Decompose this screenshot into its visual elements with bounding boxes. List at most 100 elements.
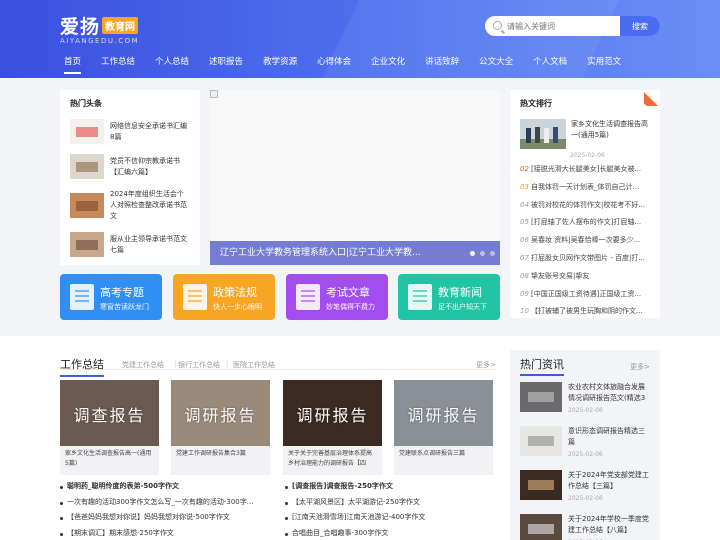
headline-thumbnail — [70, 154, 104, 179]
work-summary-header: 工作总结 党建工作总结 | 银行工作总结 | 医院工作总结 更多> — [60, 350, 496, 377]
list-item[interactable]: 聪明药_聪明伶度的表弟-500字作文 — [60, 479, 270, 495]
list-item[interactable]: [江南天池滑雪场]江南天池游记-400字作文 — [285, 510, 495, 526]
category-tile[interactable]: 高考专题 寒窗苦读跃龙门 — [60, 274, 162, 320]
nav-item[interactable]: 企业文化 — [361, 50, 415, 74]
rank-top-date: 2025-02-06 — [570, 152, 605, 159]
document-icon — [70, 284, 94, 310]
news-body: 关于2024年学校一季度党建工作总结【八篇】2025-02-06 — [568, 514, 650, 540]
rank-top-title: 家乡文化生活调查报告高一(通用5篇) — [571, 120, 648, 139]
nav-item[interactable]: 个人文档 — [523, 50, 577, 74]
site-logo[interactable]: 爱扬 教育网 AIYANGEDU.COM — [60, 12, 139, 45]
news-date: 2025-02-06 — [568, 407, 603, 414]
tile-subtitle: 足不出户知天下 — [438, 303, 487, 311]
hot-headlines: 热门头条 网络信息安全承诺书汇编8篇 党员不信仰宗教承诺书【汇编六篇】 2024年度… — [60, 90, 200, 265]
headline-text: 网络信息安全承诺书汇编8篇 — [110, 121, 187, 141]
rank-title: [打屁轴了佐人摆布的作文]打屁轴... — [531, 218, 642, 227]
nav-item[interactable]: 工作总结 — [91, 50, 145, 74]
rank-item[interactable]: 03 自我体罚一天计划表_体罚自己计... — [520, 179, 650, 197]
slider-caption[interactable]: 辽宁工业大学教务管理系统入口|辽宁工业大学教... — [210, 241, 425, 265]
article-card[interactable]: 调研报告 关于关于完善基层治理体系提高乡村治理能力的调研报告【四 — [283, 380, 382, 475]
article-card[interactable]: 调查报告 家乡文化生活调查报告高一(通用5篇) — [60, 380, 159, 475]
headline-text: 2024年度组织生活会个人对照检查整改承诺书范文 — [110, 190, 187, 220]
hot-ranking: 推荐 热文排行 家乡文化生活调查报告高一(通用5篇) 2025-02-06 02… — [510, 90, 660, 318]
thumbnail-text: 调查报告 — [73, 406, 146, 425]
article-card[interactable]: 调研报告党建工作调研报告集合3篇 — [171, 380, 270, 475]
news-item[interactable]: 意识形态调研报告精选三篇 2025-02-06 — [520, 426, 650, 460]
news-item[interactable]: 关于2024年党支部党建工作总结【三篇】 2025-02-06 — [520, 470, 650, 504]
search-button[interactable]: 搜索 — [620, 16, 660, 36]
rank-title: 挚友账号交易|挚友 — [531, 271, 590, 280]
headline-item[interactable]: 网络信息安全承诺书汇编8篇 — [70, 119, 190, 144]
list-item[interactable]: 一次有趣的活动300字作文怎么写_一次有趣的活动-300字... — [60, 495, 270, 511]
slider-caption-bar: 辽宁工业大学教务管理系统入口|辽宁工业大学教... — [210, 241, 500, 265]
nav-item[interactable]: 述职报告 — [199, 50, 253, 74]
nav-item[interactable]: 教学资源 — [253, 50, 307, 74]
list-item[interactable]: 【期末调汇】期末感想-250字作文 — [60, 526, 270, 540]
rank-top-item[interactable]: 家乡文化生活调查报告高一(通用5篇) — [520, 119, 650, 149]
nav-item[interactable]: 个人总结 — [145, 50, 199, 74]
slider-dot[interactable] — [490, 251, 495, 256]
rank-title: 吴春妆 资料|吴春恰棒一次要多少... — [531, 236, 641, 245]
nav-item[interactable]: 心得体会 — [307, 50, 361, 74]
rank-item[interactable]: 08 挚友账号交易|挚友 — [520, 268, 650, 286]
recommend-ribbon: 推荐 — [644, 90, 660, 106]
category-tile[interactable]: 政策法规 快人一步心眼明 — [173, 274, 275, 320]
headline-item[interactable]: 党员不信仰宗教承诺书【汇编六篇】 — [70, 154, 190, 179]
rank-item[interactable]: 10 【打被辅了被男生玩胸和阴的作文... — [520, 303, 650, 318]
article-card[interactable]: 调研报告 党建联系点调研报告三篇 — [394, 380, 493, 475]
tab-hospital-work[interactable]: 医院工作总结 — [233, 360, 275, 370]
article-thumbnail: 调研报告 — [283, 380, 382, 446]
tile-title: 考试文章 — [326, 286, 370, 299]
slider-dot[interactable] — [480, 251, 485, 256]
article-caption: 党建工作调研报告集合3篇 — [171, 446, 270, 475]
list-item[interactable]: 合唱曲目_合唱趣事-300字作文 — [285, 526, 495, 540]
news-more-link[interactable]: 更多> — [630, 362, 650, 372]
news-title: 意识形态调研报告精选三篇 — [568, 427, 645, 446]
news-title: 关于2024年学校一季度党建工作总结【八篇】 — [568, 515, 649, 534]
work-summary-title[interactable]: 工作总结 — [60, 356, 104, 377]
banner-slider[interactable]: 辽宁工业大学教务管理系统入口|辽宁工业大学教... — [210, 90, 500, 265]
rank-item[interactable]: 07 打屁股女贝网作文带图片 - 百度|打... — [520, 250, 650, 268]
news-thumbnail — [520, 426, 562, 456]
rank-top-thumbnail — [520, 119, 566, 149]
category-tile[interactable]: 考试文章 妙笔偶得不费力 — [286, 274, 388, 320]
slider-dot[interactable] — [470, 251, 475, 256]
hot-headlines-title: 热门头条 — [70, 99, 102, 108]
headline-text: 服从业主领导承诺书范文七篇 — [110, 234, 187, 254]
search-input[interactable] — [507, 16, 607, 36]
rank-title: 自我体罚一天计划表_体罚自己计... — [531, 182, 640, 191]
rank-item[interactable]: 05 [打屁轴了佐人摆布的作文]打屁轴... — [520, 214, 650, 232]
search-box: 搜索 — [485, 16, 660, 36]
news-date: 2025-02-06 — [568, 495, 603, 502]
article-caption: 党建联系点调研报告三篇 — [394, 446, 493, 475]
thumbnail-text: 调研报告 — [184, 406, 257, 425]
news-thumbnail — [520, 514, 562, 540]
headline-text: 党员不信仰宗教承诺书【汇编六篇】 — [110, 156, 180, 176]
news-item[interactable]: 关于2024年学校一季度党建工作总结【八篇】2025-02-06 — [520, 514, 650, 540]
rank-item[interactable]: 06 吴春妆 资料|吴春恰棒一次要多少... — [520, 232, 650, 250]
headline-item[interactable]: 2024年度组织生活会个人对照检查整改承诺书范文 — [70, 189, 190, 222]
article-thumbnail: 调研报告 — [171, 380, 270, 446]
logo-sub: AIYANGEDU.COM — [60, 37, 140, 45]
nav-item[interactable]: 公文大全 — [469, 50, 523, 74]
headline-item[interactable]: 服从业主领导承诺书范文七篇 — [70, 232, 190, 257]
hot-ranking-title: 热文排行 — [520, 99, 552, 108]
list-item[interactable]: 【太平湖风景区】太平湖游记-250字作文 — [285, 495, 495, 511]
list-item[interactable]: [调查报告]调查报告-250字作文 — [285, 479, 495, 495]
nav-item[interactable]: 实用范文 — [577, 50, 631, 74]
rank-title: [接脱光滑大长腿美女]长腿美女被... — [531, 165, 642, 173]
tab-party-work[interactable]: 党建工作总结 — [122, 360, 164, 370]
list-item[interactable]: 【爸爸妈妈我想对你说】妈妈我想对你说-500字作文 — [60, 510, 270, 526]
nav-item[interactable]: 讲话致辞 — [415, 50, 469, 74]
rank-item[interactable]: 09 [中国正国级工资待遇]正国级工资... — [520, 286, 650, 304]
tab-bank-work[interactable]: 银行工作总结 — [178, 360, 220, 370]
rank-item[interactable]: 04 被罚对校花的体罚作文|校花考不好... — [520, 197, 650, 215]
news-item[interactable]: 农业农村文体旅融合发展情况调研报告范文(精选3 2025-02-06 — [520, 382, 650, 416]
category-tile[interactable]: 教育新闻足不出户知天下 — [398, 274, 500, 320]
work-more-link[interactable]: 更多> — [476, 360, 496, 370]
nav-item[interactable]: 首页 — [54, 50, 91, 74]
work-list-left: 聪明药_聪明伶度的表弟-500字作文 一次有趣的活动300字作文怎么写_一次有趣的… — [60, 479, 270, 540]
rank-item[interactable]: 02 [接脱光滑大长腿美女]长腿美女被... — [520, 161, 650, 179]
tile-title: 教育新闻 — [438, 286, 482, 299]
headline-thumbnail — [70, 232, 104, 257]
